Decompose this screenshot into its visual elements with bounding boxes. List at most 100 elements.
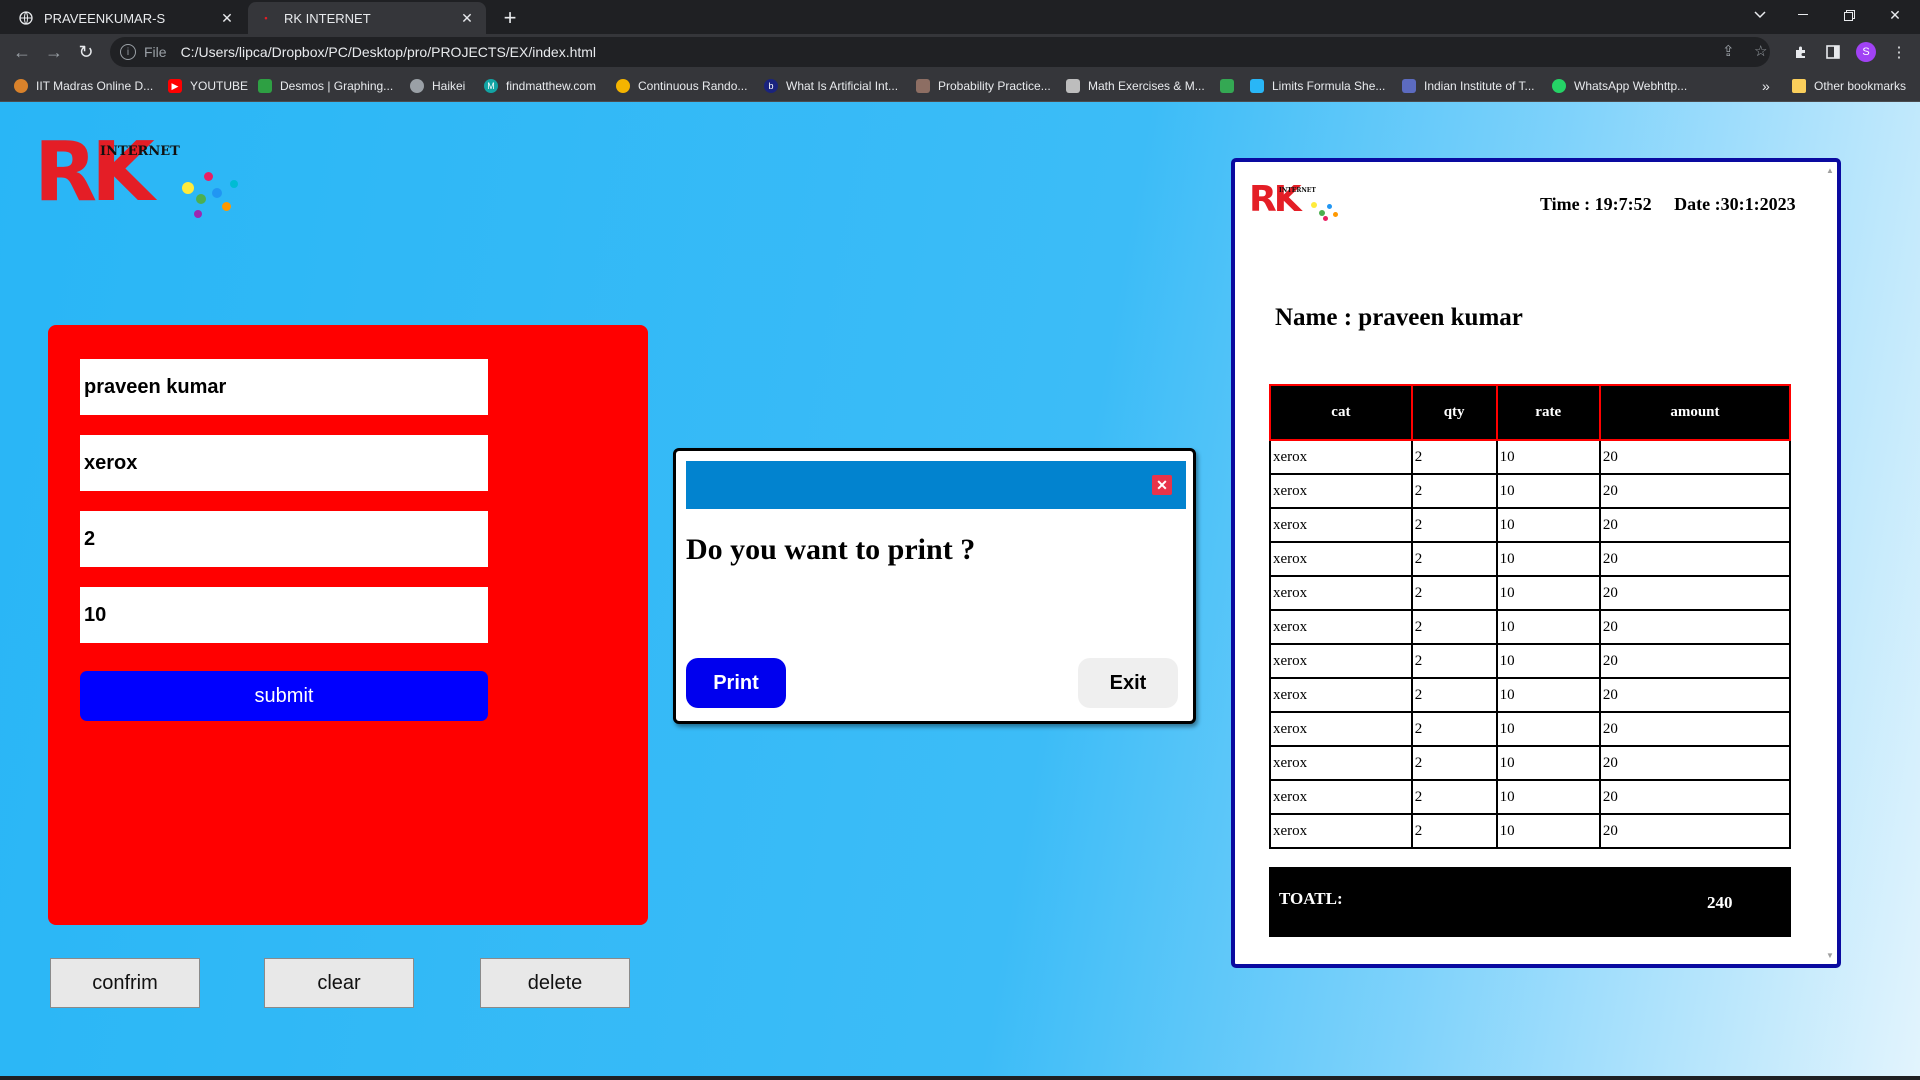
customer-name-line: Name : praveen kumar <box>1275 304 1523 331</box>
cell-amount: 20 <box>1598 813 1792 849</box>
cell-amount: 20 <box>1598 541 1792 577</box>
rate-input[interactable] <box>80 587 488 643</box>
bookmark-google-drive[interactable] <box>1220 77 1242 95</box>
bookmark-iit-madras[interactable]: IIT Madras Online D... <box>14 77 153 95</box>
back-arrow-icon[interactable]: ← <box>8 38 36 66</box>
bookmark-haikei[interactable]: Haikei <box>410 77 465 95</box>
share-icon[interactable]: ⇪ <box>1722 42 1735 60</box>
dialog-question: Do you want to print ? <box>686 533 976 566</box>
scroll-up-icon[interactable]: ▲ <box>1826 166 1834 175</box>
bookmark-favicon-icon <box>616 79 630 93</box>
cell-rate: 10 <box>1495 507 1601 543</box>
submit-button[interactable]: submit <box>80 671 488 721</box>
whatsapp-icon <box>1552 79 1566 93</box>
cell-rate: 10 <box>1495 473 1601 509</box>
cell-cat: xerox <box>1269 473 1413 509</box>
bookmark-youtube[interactable]: ▶ YOUTUBE <box>168 77 248 95</box>
tab-praveenkumar[interactable]: PRAVEENKUMAR-S ✕ <box>8 2 246 34</box>
logo-dot <box>182 182 194 194</box>
cell-rate: 10 <box>1495 541 1601 577</box>
confirm-button[interactable]: confrim <box>50 958 200 1008</box>
profile-avatar[interactable]: S <box>1856 42 1876 62</box>
tab-close-icon[interactable]: ✕ <box>458 9 476 27</box>
cell-rate: 10 <box>1495 813 1601 849</box>
bookmark-artificial-intelligence[interactable]: b What Is Artificial Int... <box>764 77 898 95</box>
cell-cat: xerox <box>1269 575 1413 611</box>
reload-icon[interactable]: ↻ <box>72 38 100 66</box>
cell-amount: 20 <box>1598 643 1792 679</box>
info-icon[interactable]: i <box>120 44 136 60</box>
table-row: xerox 2 10 20 <box>1269 541 1792 577</box>
tab-label: RK INTERNET <box>284 10 371 26</box>
cell-qty: 2 <box>1410 745 1498 781</box>
column-header-cat: cat <box>1269 384 1413 441</box>
bookmark-whatsapp[interactable]: WhatsApp Webhttp... <box>1552 77 1687 95</box>
restore-icon[interactable] <box>1826 0 1872 30</box>
table-row: xerox 2 10 20 <box>1269 677 1792 713</box>
bookmark-star-icon[interactable]: ☆ <box>1754 42 1767 60</box>
tab-rk-internet[interactable]: • RK INTERNET ✕ <box>248 2 486 34</box>
quantity-input[interactable] <box>80 511 488 567</box>
logo-dot <box>212 188 222 198</box>
receipt-scrollbar[interactable]: ▲ ▼ <box>1825 166 1835 960</box>
bookmark-favicon-icon <box>14 79 28 93</box>
table-row: xerox 2 10 20 <box>1269 507 1792 543</box>
extensions-puzzle-icon[interactable] <box>1788 40 1814 64</box>
table-row: xerox 2 10 20 <box>1269 779 1792 815</box>
logo-dot <box>1311 202 1317 208</box>
new-tab-button[interactable]: + <box>496 4 524 32</box>
bookmark-findmatthew[interactable]: Mfindmatthew.com <box>484 77 596 95</box>
cell-qty: 2 <box>1410 711 1498 747</box>
clear-button[interactable]: clear <box>264 958 414 1008</box>
address-bar[interactable]: i File C:/Users/lipca/Dropbox/PC/Desktop… <box>110 37 1770 67</box>
close-icon[interactable]: ✕ <box>1152 475 1172 495</box>
cell-rate: 10 <box>1495 745 1601 781</box>
bookmark-limits-formula[interactable]: Limits Formula She... <box>1250 77 1385 95</box>
cell-rate: 10 <box>1495 643 1601 679</box>
bookmark-favicon-icon <box>1066 79 1080 93</box>
column-header-qty: qty <box>1410 384 1498 441</box>
bookmark-desmos[interactable]: Desmos | Graphing... <box>258 77 393 95</box>
google-drive-icon <box>1220 79 1234 93</box>
items-table: cat qty rate amount xerox 2 10 20 xerox 2 10 20… <box>1269 384 1792 849</box>
cell-amount: 20 <box>1598 507 1792 543</box>
scroll-down-icon[interactable]: ▼ <box>1826 951 1834 960</box>
bookmark-continuous-random[interactable]: Continuous Rando... <box>616 77 747 95</box>
cell-amount: 20 <box>1598 677 1792 713</box>
cell-cat: xerox <box>1269 813 1413 849</box>
cell-cat: xerox <box>1269 779 1413 815</box>
bookmark-favicon-icon <box>916 79 930 93</box>
delete-button[interactable]: delete <box>480 958 630 1008</box>
cell-amount: 20 <box>1598 575 1792 611</box>
other-bookmarks[interactable]: Other bookmarks <box>1792 77 1906 95</box>
cell-cat: xerox <box>1269 507 1413 543</box>
rk-favicon-icon: • <box>264 13 268 23</box>
url-scheme: File <box>144 44 167 60</box>
exit-button[interactable]: Exit <box>1078 658 1178 708</box>
minimize-icon[interactable] <box>1780 0 1826 30</box>
cell-qty: 2 <box>1410 575 1498 611</box>
cell-rate: 10 <box>1495 779 1601 815</box>
bookmarks-overflow-button[interactable]: » <box>1762 77 1770 95</box>
cell-qty: 2 <box>1410 609 1498 645</box>
forward-arrow-icon[interactable]: → <box>40 38 68 66</box>
bookmark-probability[interactable]: Probability Practice... <box>916 77 1051 95</box>
category-input[interactable] <box>80 435 488 491</box>
bookmark-math-exercises[interactable]: Math Exercises & M... <box>1066 77 1205 95</box>
close-window-icon[interactable]: ✕ <box>1872 0 1918 30</box>
logo-dot <box>194 210 202 218</box>
name-input[interactable] <box>80 359 488 415</box>
entry-form-panel: submit <box>48 325 648 925</box>
side-panel-icon[interactable] <box>1820 40 1846 64</box>
findmatthew-icon: M <box>484 79 498 93</box>
cell-amount: 20 <box>1598 711 1792 747</box>
bookmark-indian-institute[interactable]: Indian Institute of T... <box>1402 77 1535 95</box>
tab-search-chevron-icon[interactable] <box>1737 0 1783 30</box>
tab-close-icon[interactable]: ✕ <box>218 9 236 27</box>
bookmark-favicon-icon: b <box>764 79 778 93</box>
cell-cat: xerox <box>1269 677 1413 713</box>
more-menu-icon[interactable]: ⋮ <box>1886 40 1912 64</box>
bookmark-favicon-icon <box>1250 79 1264 93</box>
print-button[interactable]: Print <box>686 658 786 708</box>
cell-cat: xerox <box>1269 541 1413 577</box>
